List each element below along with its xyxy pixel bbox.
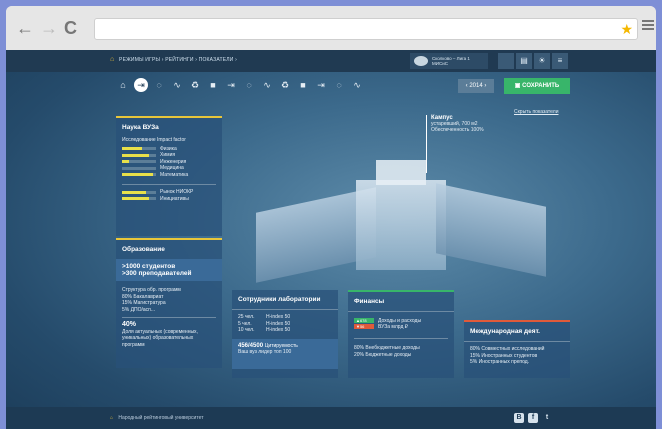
- login-icon[interactable]: ⇥: [134, 78, 148, 92]
- browser-toolbar: ← → C ★: [6, 6, 656, 50]
- science-subject-bar: [122, 173, 156, 177]
- forward-icon[interactable]: →: [40, 19, 58, 37]
- twitter-icon[interactable]: t: [542, 413, 552, 423]
- international-panel[interactable]: Международная деят. 80% Совместных иссле…: [464, 320, 570, 378]
- science-subject-label: Химия: [160, 152, 176, 159]
- brightness-icon[interactable]: ☀: [534, 53, 550, 69]
- lock-icon[interactable]: ⌂: [116, 78, 130, 92]
- team-badge[interactable]: Сколково – Лига 1 МИСиС: [410, 53, 488, 69]
- science-market-label: Инициативы: [160, 195, 189, 202]
- bag-icon[interactable]: ■: [206, 78, 220, 92]
- chat-icon-3[interactable]: ◌: [332, 78, 346, 92]
- lab-row: 10 чел. H-index 50: [232, 327, 338, 334]
- profile-icon[interactable]: [498, 53, 514, 69]
- science-market-bar: [122, 190, 156, 194]
- footer-text[interactable]: Народный рейтинговый университет: [118, 415, 203, 421]
- chat-icon[interactable]: ◌: [152, 78, 166, 92]
- science-panel[interactable]: Наука ВУЗа Исследование Impact factor Фи…: [116, 116, 222, 236]
- science-subject-label: Физика: [160, 145, 177, 152]
- international-title: Международная деят.: [464, 322, 570, 342]
- calendar-icon[interactable]: ▤: [516, 53, 532, 69]
- income-badge: ▲678: [354, 318, 374, 323]
- science-subject-bar: [122, 160, 156, 164]
- bag-icon-2[interactable]: ■: [296, 78, 310, 92]
- university-icon-footer: ⌂: [110, 415, 114, 421]
- teachers-count: >300 преподавателей: [122, 270, 192, 277]
- science-subject-bar: [122, 166, 156, 170]
- app-topbar: ⌂ РЕЖИМЫ ИГРЫ › РЕЙТИНГИ › ПОКАЗАТЕЛИ › …: [6, 50, 656, 72]
- chart-icon-3[interactable]: ∿: [350, 78, 364, 92]
- browser-window: ← → C ★ ⌂ РЕЖИМЫ ИГРЫ › РЕЙТИНГИ › ПОКАЗ…: [6, 6, 656, 429]
- actual-programs-desc3: программ: [122, 341, 145, 348]
- chart-icon-2[interactable]: ∿: [260, 78, 274, 92]
- team-logo-icon: [414, 56, 428, 66]
- save-button[interactable]: ▣ СОХРАНИТЬ: [504, 78, 570, 94]
- login-icon-3[interactable]: ⇥: [314, 78, 328, 92]
- budget-income: 20% Бюджетные доходы: [354, 351, 412, 358]
- foreign-teachers: 5% Иностранных препод.: [470, 359, 530, 365]
- science-market-row: Инициативы: [116, 196, 222, 203]
- reload-icon[interactable]: C: [64, 19, 77, 37]
- browser-menu-icon[interactable]: [642, 20, 654, 30]
- science-subject-bar: [122, 147, 156, 151]
- facebook-icon[interactable]: f: [528, 413, 538, 423]
- structure-other: 5% ДПО/асп...: [122, 306, 156, 313]
- science-subject-label: Математика: [160, 171, 189, 178]
- education-title: Образование: [122, 246, 165, 253]
- finance-panel[interactable]: Финансы ▲678 ▼56 Доходы и расходы ВУЗа м…: [348, 290, 454, 378]
- vk-icon[interactable]: В: [514, 413, 524, 423]
- chat-icon-2[interactable]: ◌: [242, 78, 256, 92]
- education-panel[interactable]: Образование >1000 студентов >300 препода…: [116, 238, 222, 368]
- team-name: МИСиС: [432, 61, 448, 66]
- campus-line2: Обеспеченность 100%: [431, 127, 484, 133]
- expense-badge: ▼56: [354, 324, 374, 329]
- app-viewport: ⌂ РЕЖИМЫ ИГРЫ › РЕЙТИНГИ › ПОКАЗАТЕЛИ › …: [6, 50, 656, 429]
- science-title: Наука ВУЗа: [122, 124, 159, 131]
- citation-count: 456/4500: [238, 342, 264, 349]
- recycle-icon-2[interactable]: ♻: [278, 78, 292, 92]
- recycle-icon[interactable]: ♻: [188, 78, 202, 92]
- app-footer: ⌂ Народный рейтинговый университет В f t: [6, 407, 656, 429]
- science-subtitle: Исследование Impact factor: [122, 137, 186, 143]
- mode-toolbar: ⌂ ⇥ ◌ ∿ ♻ ■ ⇥ ◌ ∿ ♻ ■ ⇥ ◌ ∿ ‹ 2014 › ▣ С…: [6, 72, 656, 98]
- lab-title: Сотрудники лаборатории: [232, 290, 338, 310]
- login-icon-2[interactable]: ⇥: [224, 78, 238, 92]
- breadcrumb-text[interactable]: РЕЖИМЫ ИГРЫ › РЕЙТИНГИ › ПОКАЗАТЕЛИ ›: [119, 57, 237, 63]
- science-subject-label: Медицина: [160, 165, 184, 172]
- science-subject-row: Математика: [116, 172, 222, 179]
- chart-icon[interactable]: ∿: [170, 78, 184, 92]
- hide-indicators-link[interactable]: Скрыть показатели: [514, 109, 559, 115]
- campus-callout[interactable]: Кампус устаревший, 700 м2 Обеспеченность…: [426, 115, 484, 173]
- citation-rank: Ваш вуз лидер топ 100: [238, 348, 292, 355]
- university-icon[interactable]: ⌂: [110, 56, 114, 63]
- science-market-label: Рынок НИОКР: [160, 189, 194, 196]
- lab-staff-panel[interactable]: Сотрудники лаборатории 25 чел. H-index 50…: [232, 290, 338, 378]
- breadcrumb: ⌂ РЕЖИМЫ ИГРЫ › РЕЙТИНГИ › ПОКАЗАТЕЛИ ›: [110, 56, 237, 63]
- students-count: >1000 студентов: [122, 263, 176, 270]
- address-bar[interactable]: ★: [94, 18, 638, 40]
- bookmark-star-icon[interactable]: ★: [620, 21, 633, 37]
- science-subject-label: Инженерия: [160, 158, 187, 165]
- menu-icon[interactable]: ≡: [552, 53, 568, 69]
- finance-line2: ВУЗа млрд ₽: [378, 324, 408, 330]
- science-subject-bar: [122, 153, 156, 157]
- year-selector[interactable]: ‹ 2014 ›: [458, 79, 494, 93]
- lab-count: 10 чел.: [238, 327, 255, 333]
- back-icon[interactable]: ←: [16, 19, 34, 37]
- finance-title: Финансы: [348, 292, 454, 312]
- citation-label: Цитируемость: [264, 342, 298, 349]
- lab-hindex: H-index 50: [266, 327, 291, 333]
- science-market-bar: [122, 197, 156, 201]
